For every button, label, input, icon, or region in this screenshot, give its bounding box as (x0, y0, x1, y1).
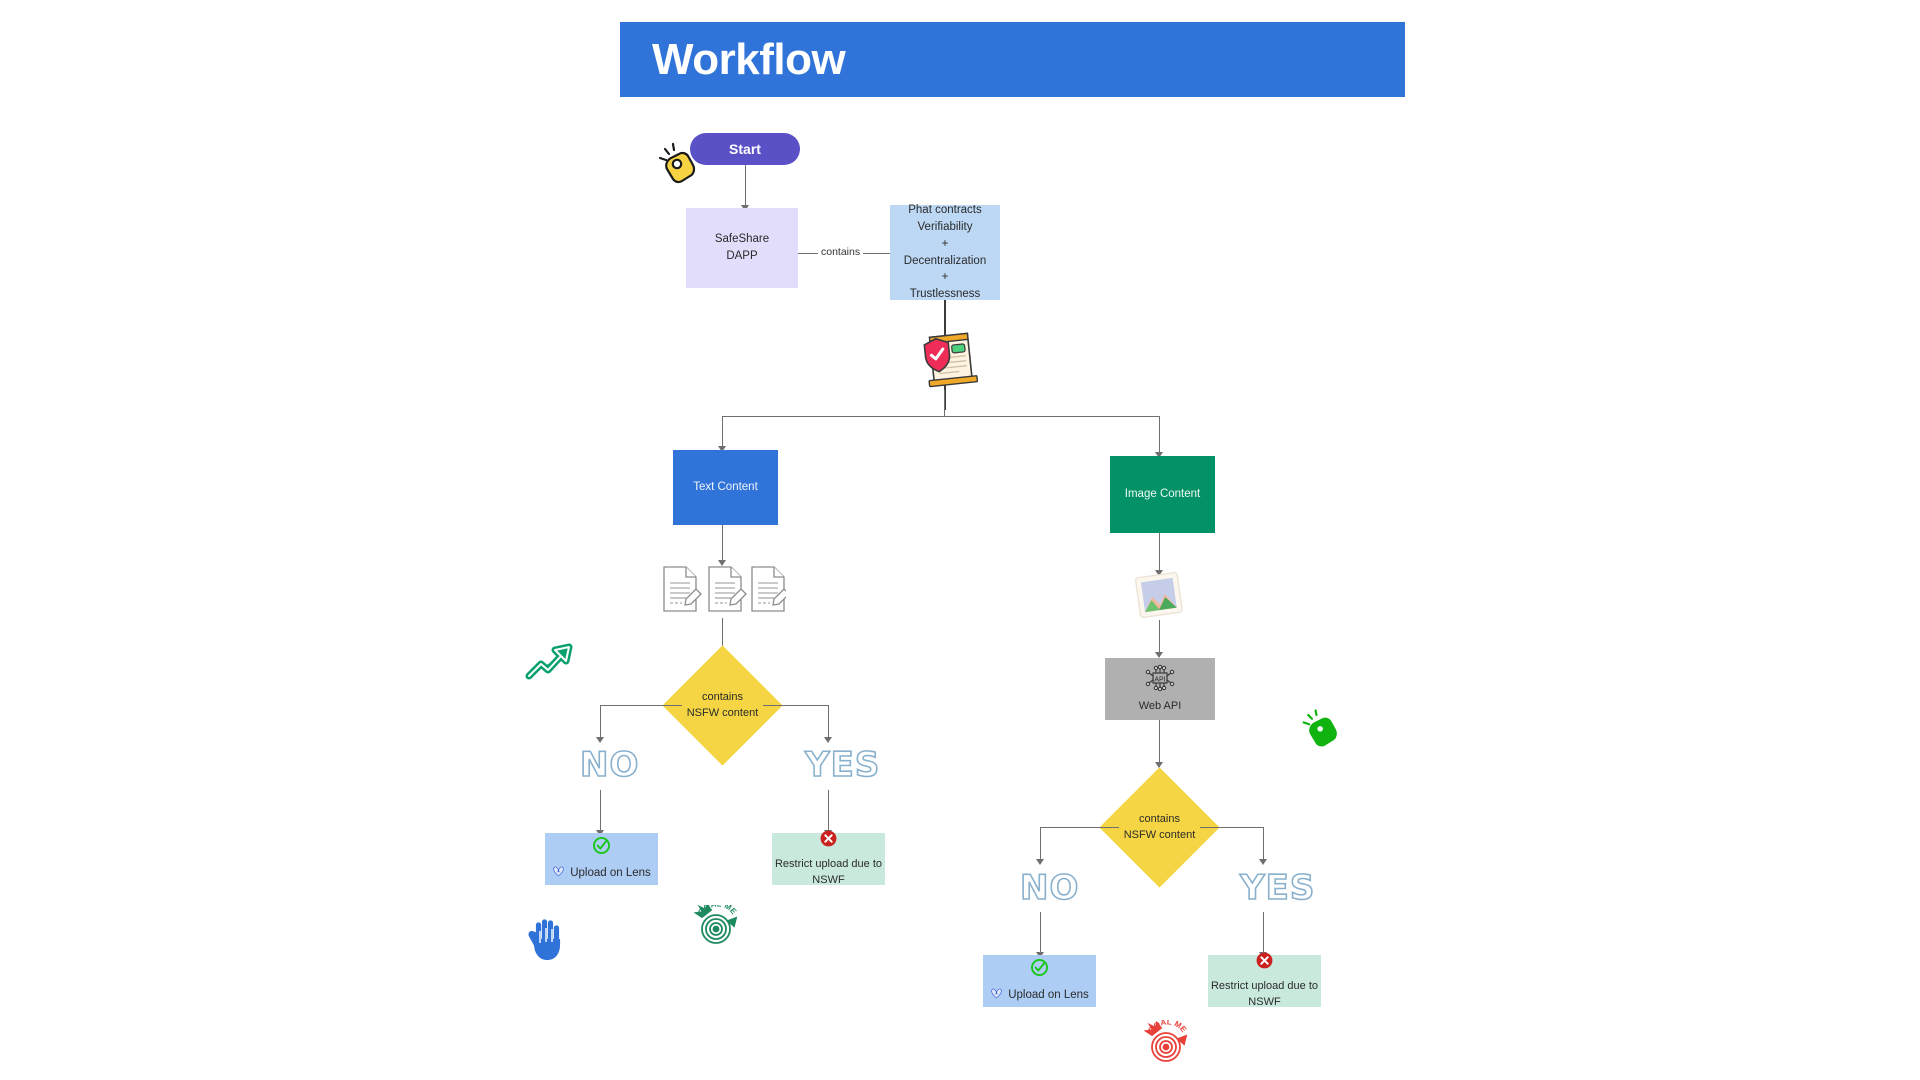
ok-hand-sticker-yellow-icon (655, 138, 703, 191)
node-text-content[interactable]: Text Content (673, 450, 778, 525)
diagram-canvas: Workflow Start SafeShare DAPP contains P… (0, 0, 1920, 1080)
decision-image-nsfw[interactable]: contains NSFW content (1099, 767, 1220, 888)
arrowhead-text-no (596, 737, 604, 743)
edge-image-to-photo (1159, 533, 1161, 573)
edge-label-contains: contains (818, 246, 864, 258)
lens-logo-icon (990, 986, 1003, 1005)
restrict-text-line-2: NSWF (812, 873, 845, 886)
arrowhead-text-yes (824, 737, 832, 743)
edge-verified-down (944, 390, 946, 417)
phat-line-1: Phat contracts (908, 204, 982, 217)
restrict-image-line-1: Restrict upload due to (1210, 980, 1318, 993)
branch-label-text-no: NO (579, 744, 640, 786)
branch-label-image-no: NO (1019, 867, 1080, 909)
edge-text-no-horizontal (600, 705, 682, 707)
node-start[interactable]: Start (690, 133, 800, 165)
phat-line-5: + (941, 271, 949, 284)
node-start-label: Start (729, 140, 761, 157)
decision-text-line-2: NSFW content (686, 706, 759, 719)
edge-webapi-to-decision (1159, 720, 1161, 765)
edge-start-to-safeshare (745, 165, 747, 208)
upload-text-label: Upload on Lens (570, 866, 651, 879)
edge-split-to-image (1159, 416, 1161, 455)
goal-met-stamp-green-icon: GOAL MET (688, 898, 742, 952)
edge-image-no-to-upload (1040, 912, 1042, 955)
x-circle-icon (819, 829, 838, 854)
decision-image-line-1: contains (1139, 812, 1180, 825)
photo-image-icon (1131, 570, 1187, 627)
node-restrict-upload-image[interactable]: Restrict upload due to NSWF (1208, 952, 1321, 1008)
safeshare-line-2: DAPP (726, 250, 758, 262)
edge-split-to-text (722, 416, 724, 449)
ok-hand-sticker-green-icon (1300, 705, 1344, 754)
x-circle-icon (1255, 951, 1274, 976)
phat-line-3: + (941, 237, 949, 250)
decision-text-line-1: contains (702, 690, 743, 703)
edge-image-no-vertical (1040, 827, 1042, 862)
web-api-label: Web API (1138, 700, 1182, 712)
branch-label-image-yes: YES (1239, 867, 1316, 909)
trending-arrow-sticker-green-icon (525, 640, 573, 689)
api-chip-icon: API (1142, 663, 1178, 699)
decision-image-line-2: NSFW content (1123, 828, 1196, 841)
header-bar: Workflow (620, 22, 1405, 97)
page-title: Workflow (652, 34, 846, 84)
edge-image-yes-horizontal (1200, 827, 1264, 829)
text-content-label: Text Content (693, 481, 758, 494)
node-restrict-upload-text[interactable]: Restrict upload due to NSWF (772, 830, 885, 886)
edge-image-yes-to-restrict (1263, 912, 1265, 955)
edge-text-yes-to-restrict (828, 790, 830, 833)
edge-image-no-horizontal (1040, 827, 1119, 829)
image-content-label: Image Content (1124, 488, 1201, 501)
phat-line-2: Verifiability (917, 221, 973, 234)
restrict-text-line-1: Restrict upload due to (774, 858, 882, 871)
node-image-content[interactable]: Image Content (1110, 456, 1215, 533)
edge-image-yes-vertical (1263, 827, 1265, 862)
svg-text:API: API (1154, 677, 1165, 684)
goal-met-stamp-red-icon: GOAL MET (1138, 1016, 1192, 1073)
verified-document-icon (908, 327, 980, 398)
check-circle-icon (1030, 958, 1049, 983)
edge-split-horizontal (722, 416, 1160, 418)
upload-image-label: Upload on Lens (1008, 988, 1089, 1001)
decision-text-nsfw[interactable]: contains NSFW content (662, 645, 783, 766)
edge-text-yes-vertical (828, 705, 830, 740)
restrict-image-line-2: NSWF (1248, 995, 1281, 1008)
raised-hand-sticker-blue-icon (525, 915, 569, 968)
arrowhead-image-no (1036, 859, 1044, 865)
node-upload-on-lens-text[interactable]: Upload on Lens (545, 833, 658, 885)
phat-line-4: Decentralization (903, 254, 987, 267)
node-upload-on-lens-image[interactable]: Upload on Lens (983, 955, 1096, 1007)
node-phat-contracts[interactable]: Phat contracts Verifiability + Decentral… (890, 204, 1000, 300)
edge-text-no-to-upload (600, 790, 602, 833)
check-circle-icon (592, 836, 611, 861)
arrowhead-image-yes (1259, 859, 1267, 865)
edge-photo-to-webapi (1159, 620, 1161, 655)
document-pencil-icon (662, 565, 790, 618)
edge-text-no-vertical (600, 705, 602, 740)
edge-text-yes-horizontal (763, 705, 829, 707)
safeshare-line-1: SafeShare (714, 233, 770, 246)
lens-logo-icon (552, 864, 565, 883)
node-web-api[interactable]: API Web API (1105, 658, 1215, 720)
branch-label-text-yes: YES (804, 744, 881, 786)
node-safeshare-dapp[interactable]: SafeShare DAPP (686, 208, 798, 288)
edge-text-to-docs (722, 525, 724, 563)
